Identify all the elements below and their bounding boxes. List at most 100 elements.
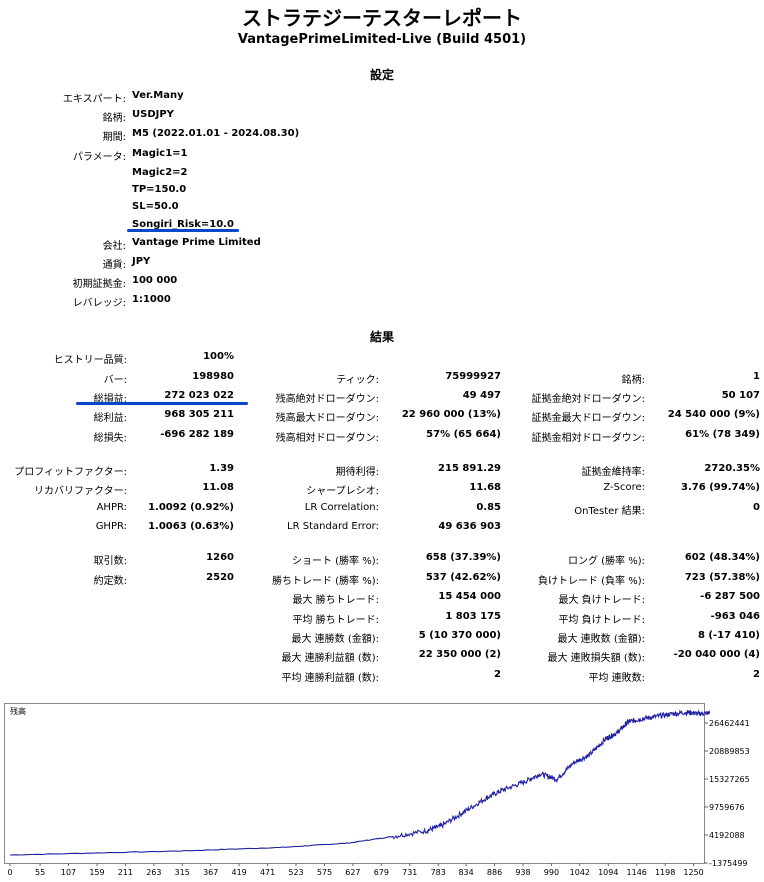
settings-label: 通貨: [102, 260, 126, 271]
result-value: 0.85 [476, 502, 501, 513]
result-label: 残高最大ドローダウン: [275, 413, 379, 424]
x-tick-label: 886 [487, 868, 502, 877]
x-tick-label: 783 [431, 868, 446, 877]
x-tick-label: 1198 [655, 868, 675, 877]
x-tick-label: 471 [260, 868, 275, 877]
result-label: 平均 連敗数: [588, 673, 645, 684]
result-value: 8 (-17 410) [697, 630, 760, 641]
settings-label: エキスパート: [62, 94, 126, 105]
x-tick-label: 1250 [683, 868, 703, 877]
x-tick-label: 938 [515, 868, 530, 877]
result-value: 537 (42.62%) [425, 572, 501, 583]
result-label: 約定数: [93, 576, 127, 587]
result-label: 最大 勝ちトレード: [292, 595, 379, 606]
y-tick-label: 15327265 [709, 775, 750, 784]
report-title: ストラテジーテスターレポート [242, 6, 522, 30]
settings-heading: 設定 [369, 68, 394, 82]
settings-value: M5 (2022.01.01 - 2024.08.30) [132, 128, 300, 139]
result-label: 残高相対ドローダウン: [275, 433, 379, 444]
result-label: シャープレシオ: [306, 486, 379, 497]
result-value: 2 [753, 669, 760, 680]
y-tick-label: 4192088 [709, 831, 745, 840]
x-tick-label: 523 [288, 868, 303, 877]
result-label: 証拠金相対ドローダウン: [531, 433, 645, 444]
balance-chart: 残高 26462441 20889853 15327265 9759676 4192088… [4, 700, 760, 878]
y-tick-label: -1375499 [709, 859, 748, 868]
x-tick-label: 1146 [627, 868, 647, 877]
highlight-underline-net-profit [76, 402, 248, 405]
settings-label: レバレッジ: [72, 298, 126, 309]
result-label: 最大 連敗損失額 (数): [547, 653, 645, 664]
x-tick-label: 211 [118, 868, 133, 877]
result-value: 5 (10 370 000) [418, 630, 501, 641]
y-tick-label: 20889853 [709, 747, 750, 756]
result-label: LR Standard Error: [287, 521, 379, 532]
result-value: 1 [753, 371, 760, 382]
x-tick-label: 107 [61, 868, 76, 877]
x-tick-label: 575 [317, 868, 332, 877]
result-value: 75999927 [445, 371, 501, 382]
result-value: 61% (78 349) [685, 429, 760, 440]
x-tick-label: 679 [374, 868, 389, 877]
result-label: ロング (勝率 %): [567, 556, 645, 567]
settings-label: パラメータ: [72, 152, 126, 163]
settings-value: Ver.Many [132, 90, 184, 101]
result-label: 平均 連勝利益額 (数): [281, 673, 379, 684]
result-label: 総利益: [93, 413, 127, 424]
x-tick-label: 627 [345, 868, 360, 877]
y-tick-label: 9759676 [709, 803, 745, 812]
result-value: 215 891.29 [438, 463, 501, 474]
report-subtitle: VantagePrimeLimited-Live (Build 4501) [237, 32, 527, 47]
result-label: 取引数: [93, 556, 127, 567]
result-label: 最大 連勝利益額 (数): [281, 653, 379, 664]
balance-chart-svg: 残高 26462441 20889853 15327265 9759676 4192088… [4, 703, 750, 877]
x-tick-label: 1094 [598, 868, 618, 877]
settings-value: SL=50.0 [132, 201, 179, 212]
result-label: ティック: [336, 375, 379, 386]
result-label: 平均 勝ちトレード: [292, 615, 379, 626]
settings-value: 100 000 [132, 275, 178, 286]
result-value: 2720.35% [704, 463, 760, 474]
y-tick-label: 26462441 [709, 719, 750, 728]
result-value: 0 [753, 502, 760, 513]
plot-frame [4, 703, 705, 864]
settings-value: Magic2=2 [132, 167, 188, 178]
result-value: 24 540 000 (9%) [667, 409, 760, 420]
result-value: 22 350 000 (2) [418, 649, 501, 660]
results-heading: 結果 [369, 330, 394, 344]
result-value: -20 040 000 (4) [673, 649, 760, 660]
x-tick-label: 55 [35, 868, 45, 877]
result-value: 49 497 [462, 390, 501, 401]
settings-value: JPY [132, 256, 151, 267]
settings-value: Magic1=1 [132, 148, 188, 159]
result-value: 2 [494, 669, 501, 680]
settings-label: 初期証拠金: [72, 279, 126, 290]
result-value: 22 960 000 (13%) [401, 409, 501, 420]
settings-value: Vantage Prime Limited [132, 237, 261, 248]
result-value: 50 107 [721, 390, 760, 401]
result-value: -6 287 500 [700, 591, 760, 602]
result-value: 100% [203, 351, 234, 362]
result-label: 銘柄: [621, 375, 645, 386]
result-label: リカバリファクター: [34, 486, 127, 497]
result-label: ショート (勝率 %): [291, 556, 379, 567]
result-value: -963 046 [710, 611, 760, 622]
result-label: 証拠金維持率: [581, 467, 645, 478]
result-value: 3.76 (99.74%) [681, 482, 760, 493]
result-value: 602 (48.34%) [684, 552, 760, 563]
settings-label: 会社: [102, 241, 126, 252]
result-value: 11.68 [469, 482, 501, 493]
x-tick-label: 159 [89, 868, 104, 877]
result-label: ヒストリー品質: [53, 355, 127, 366]
result-label: 証拠金絶対ドローダウン: [531, 394, 645, 405]
result-label: バー: [103, 375, 127, 386]
result-label: 最大 負けトレード: [558, 595, 645, 606]
x-tick-label: 315 [175, 868, 190, 877]
result-label: AHPR: [96, 502, 127, 513]
result-label: 最大 連勝数 (金額): [291, 634, 379, 645]
result-value: 723 (57.38%) [684, 572, 760, 583]
result-label: 証拠金最大ドローダウン: [531, 413, 645, 424]
result-value: 15 454 000 [438, 591, 501, 602]
x-tick-label: 367 [203, 868, 218, 877]
result-label: LR Correlation: [304, 502, 379, 513]
